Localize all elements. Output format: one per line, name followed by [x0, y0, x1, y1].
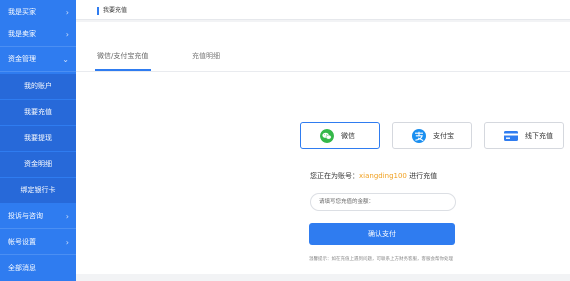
sidebar-item-label: 我是卖家: [8, 30, 36, 38]
chevron-down-icon: ⌄: [62, 55, 69, 64]
pay-method-label: 线下充值: [525, 132, 553, 140]
chevron-right-icon: ›: [65, 238, 69, 247]
sidebar: 我是买家 › 我是卖家 › 资金管理 ⌄ 我的账户 我要充值 我要提现 资金明细…: [0, 0, 76, 281]
tab-divider: [76, 71, 570, 72]
sidebar-item-label: 绑定银行卡: [20, 186, 56, 194]
pay-method-wechat[interactable]: 微信: [300, 122, 380, 149]
sidebar-item-label: 全部消息: [8, 264, 36, 272]
pay-method-offline[interactable]: 线下充值: [484, 122, 564, 149]
breadcrumb-marker: [97, 7, 99, 15]
sidebar-item-account-settings[interactable]: 帐号设置 ›: [0, 230, 76, 255]
sidebar-item-label: 我是买家: [8, 8, 36, 16]
account-suffix: 进行充值: [406, 172, 438, 180]
sidebar-item-fund-details[interactable]: 资金明细: [0, 152, 76, 177]
sidebar-item-messages[interactable]: 全部消息: [0, 256, 76, 281]
chevron-right-icon: ›: [65, 30, 69, 39]
sidebar-item-complaints[interactable]: 投诉与咨询 ›: [0, 204, 76, 229]
sidebar-item-label: 我要提现: [24, 134, 52, 142]
sidebar-item-funds[interactable]: 资金管理 ⌄: [0, 47, 76, 72]
sidebar-item-bind-card[interactable]: 绑定银行卡: [0, 178, 76, 203]
sidebar-item-label: 我要充值: [24, 108, 52, 116]
chevron-right-icon: ›: [65, 212, 69, 221]
pay-method-label: 微信: [341, 132, 355, 140]
account-line: 您正在为账号：xiangding100 进行充值: [310, 171, 437, 181]
main-panel: 微信/支付宝充值 充值明细 微信 支付宝 线下充值 您正在为账号：xiangdi…: [76, 22, 570, 274]
sidebar-item-recharge[interactable]: 我要充值: [0, 100, 76, 125]
tab-recharge-details[interactable]: 充值明细: [192, 51, 220, 61]
sidebar-item-label: 资金明细: [24, 160, 52, 168]
amount-input[interactable]: [310, 193, 456, 211]
sidebar-item-withdraw[interactable]: 我要提现: [0, 126, 76, 151]
sidebar-item-label: 投诉与咨询: [8, 212, 43, 220]
sidebar-item-label: 我的账户: [24, 82, 52, 90]
account-prefix: 您正在为账号：: [310, 172, 359, 180]
sidebar-item-label: 资金管理: [8, 55, 36, 63]
sidebar-item-label: 帐号设置: [8, 238, 36, 246]
tab-bar: 微信/支付宝充值 充值明细: [76, 22, 570, 72]
bank-card-icon: [504, 131, 518, 141]
tab-wechat-alipay-recharge[interactable]: 微信/支付宝充值: [97, 51, 148, 61]
page-header: 我要充值: [76, 0, 570, 20]
wechat-icon: [320, 129, 334, 143]
breadcrumb: 我要充值: [103, 7, 128, 14]
confirm-pay-button[interactable]: 确认支付: [309, 223, 455, 245]
alipay-icon: [412, 129, 426, 143]
sidebar-item-my-account[interactable]: 我的账户: [0, 74, 76, 99]
pay-method-label: 支付宝: [433, 132, 454, 140]
sidebar-item-seller[interactable]: 我是卖家 ›: [0, 22, 76, 47]
account-name: xiangding100: [359, 172, 407, 180]
pay-method-alipay[interactable]: 支付宝: [392, 122, 472, 149]
tip-text: 温馨提示：如在充值上遇到问题，可联系上方财务客服，客服会帮你处理: [309, 257, 453, 262]
